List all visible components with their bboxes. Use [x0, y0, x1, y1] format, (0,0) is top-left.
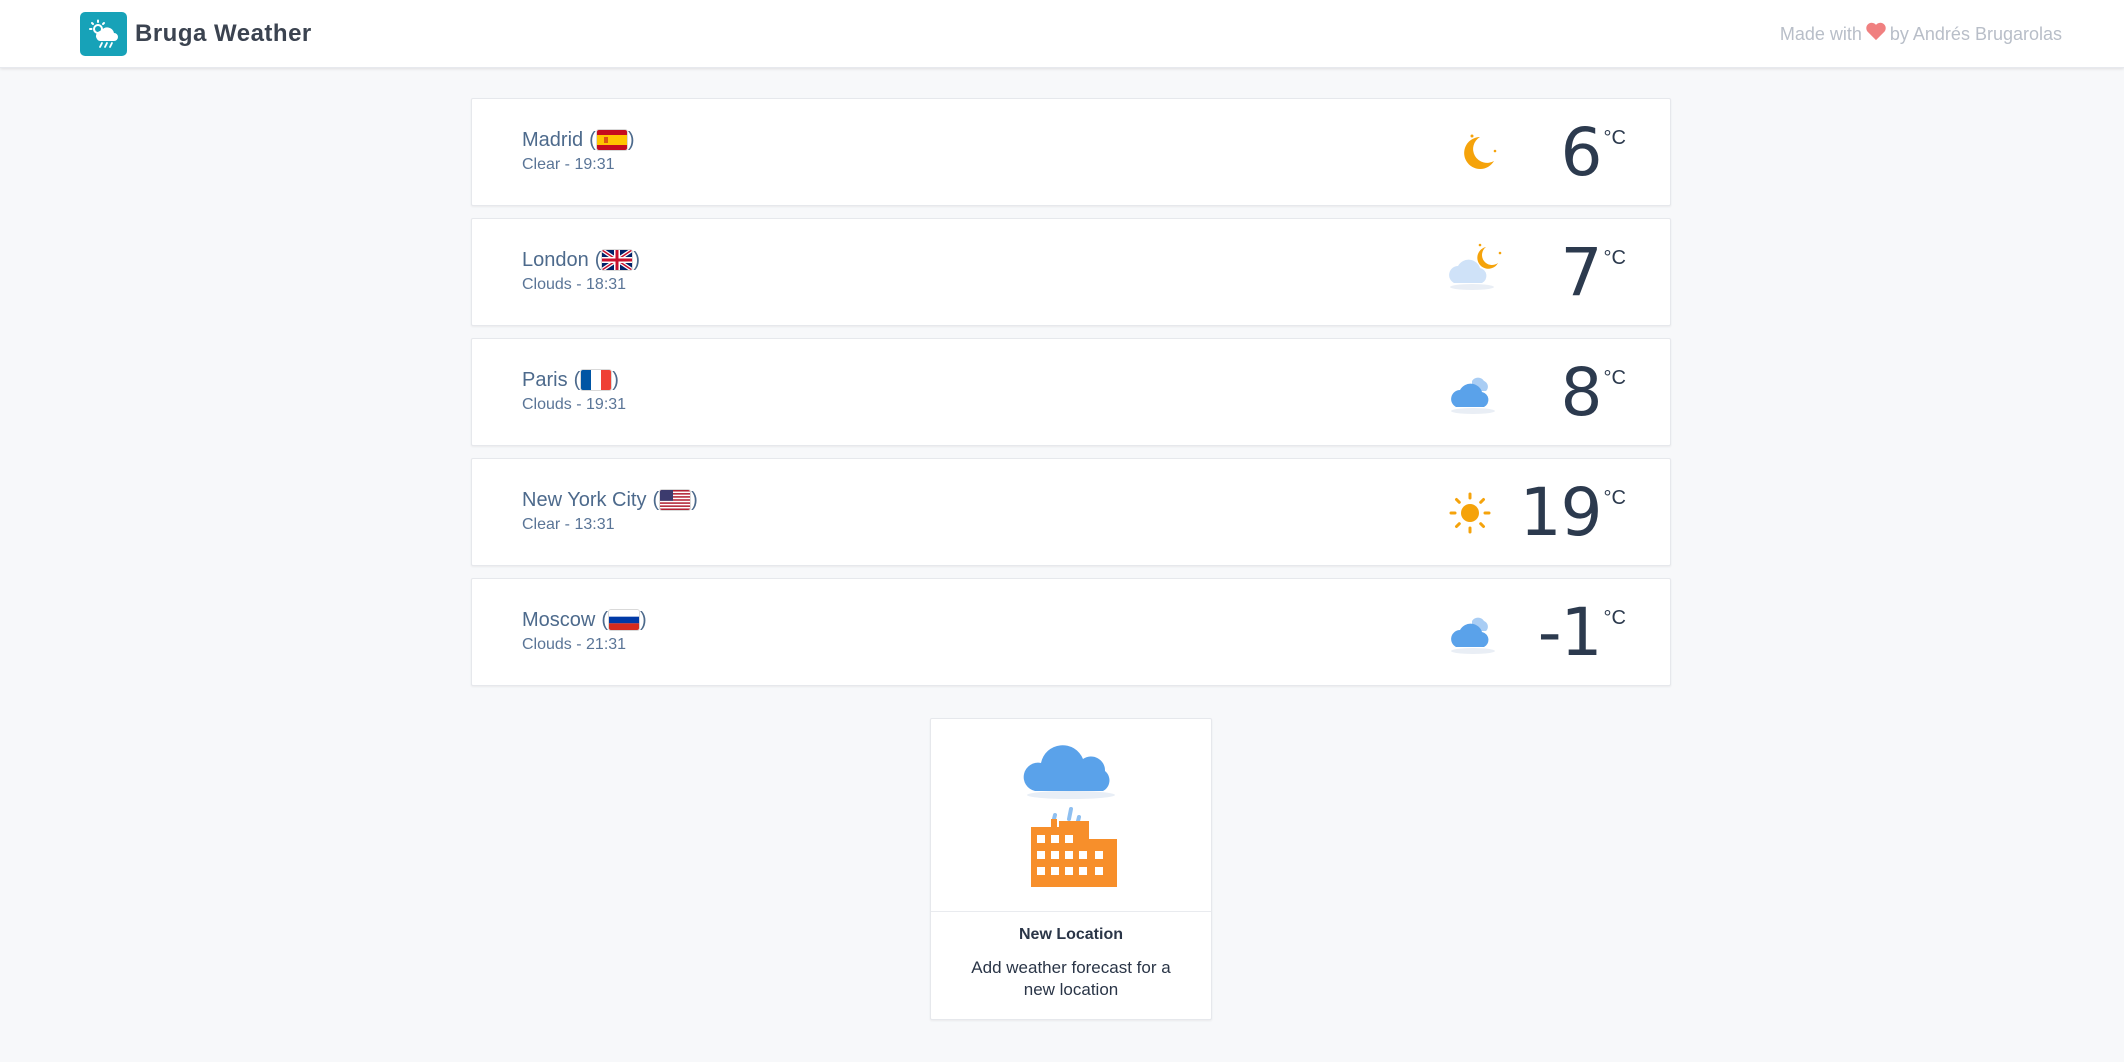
location-card-moscow[interactable]: Moscow ( ) Clouds - 21:31 -1 °C [471, 578, 1671, 686]
location-subtitle: Clear - 13:31 [522, 516, 615, 533]
location-card-madrid[interactable]: Madrid ( ) Clear - 19:31 6 °C [471, 98, 1671, 206]
heart-icon [1865, 22, 1887, 46]
city-name: Paris [522, 368, 568, 391]
location-subtitle: Clouds - 21:31 [522, 636, 627, 653]
cloud-icon [1450, 607, 1502, 659]
temperature: 7 °C [1561, 231, 1626, 315]
temperature-value: 6 [1560, 114, 1603, 191]
cloud-icon [1450, 367, 1502, 419]
russia-flag-icon [609, 610, 640, 630]
location-info: Madrid ( ) Clear - 19:31 [522, 128, 634, 174]
credits: Made with by Andrés Brugarolas [1780, 22, 2062, 46]
city-name: London [522, 248, 589, 271]
brand[interactable]: Bruga Weather [80, 12, 312, 56]
new-location-title: New Location [1018, 926, 1123, 943]
credits-prefix: Made with [1779, 23, 1862, 44]
location-subtitle: Clear - 19:31 [522, 156, 615, 173]
moon-icon [1450, 127, 1502, 179]
temperature-unit: °C [1603, 367, 1626, 389]
temperature-unit: °C [1603, 247, 1626, 269]
location-card-london[interactable]: London ( ) Clouds - 18:31 7 °C [471, 218, 1671, 326]
cloud-moon-icon [1449, 243, 1502, 299]
france-flag-icon [581, 370, 612, 390]
new-location-description: Add weather forecast for a new location [971, 958, 1171, 999]
city-name: Madrid [522, 128, 584, 151]
location-title[interactable]: London ( ) [522, 248, 640, 272]
location-subtitle: Clouds - 18:31 [522, 276, 627, 293]
uk-flag-icon [602, 250, 633, 270]
top-navbar: Bruga Weather Made with by Andrés Brugar… [0, 0, 2124, 68]
location-info: London ( ) Clouds - 18:31 [522, 248, 640, 294]
temperature: -1 °C [1538, 591, 1626, 675]
temperature: 19 °C [1520, 471, 1626, 555]
location-title[interactable]: Paris ( ) [522, 368, 626, 392]
location-card-paris[interactable]: Paris ( ) Clouds - 19:31 8 °C [471, 338, 1671, 446]
location-info: Moscow ( ) Clouds - 21:31 [522, 608, 647, 654]
app-logo-icon [80, 12, 127, 56]
sun-icon [1449, 487, 1502, 539]
credits-author[interactable]: by Andrés Brugarolas [1890, 24, 2062, 45]
location-card-new-york-city[interactable]: New York City () Clear - 13:31 19 °C [471, 458, 1671, 566]
location-title[interactable]: Madrid ( ) [522, 128, 634, 152]
temperature: 6 °C [1561, 111, 1626, 195]
temperature-value: 8 [1560, 354, 1603, 431]
temperature-value: 7 [1560, 234, 1603, 311]
location-info: Paris ( ) Clouds - 19:31 [522, 368, 626, 414]
city-rain-icon [931, 719, 1211, 912]
usa-flag-icon [660, 490, 691, 510]
city-name: New York City [522, 488, 647, 511]
new-location-card[interactable]: New Location Add weather forecast for a … [930, 718, 1212, 1020]
temperature-unit: °C [1603, 607, 1626, 629]
temperature: 8 °C [1561, 351, 1626, 435]
location-subtitle: Clouds - 19:31 [522, 396, 627, 413]
temperature-value: -1 [1537, 594, 1603, 671]
temperature-value: 19 [1519, 474, 1603, 551]
spain-flag-icon [596, 130, 627, 150]
city-name: Moscow [522, 608, 596, 631]
app-title: Bruga Weather [135, 20, 312, 47]
temperature-unit: °C [1603, 487, 1626, 509]
location-title[interactable]: New York City () [522, 488, 698, 512]
location-info: New York City () Clear - 13:31 [522, 488, 698, 534]
location-list: Madrid ( ) Clear - 19:31 6 °C London ()… [471, 98, 1671, 698]
location-title[interactable]: Moscow ( ) [522, 608, 647, 632]
temperature-unit: °C [1603, 127, 1626, 149]
